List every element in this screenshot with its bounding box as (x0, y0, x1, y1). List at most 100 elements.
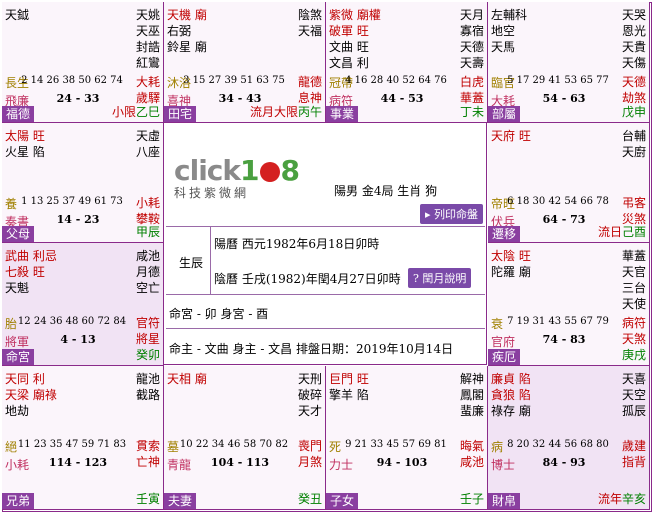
minor-star-label: 天虛 (135, 129, 160, 143)
palace-cell-wei: 紫微 廟權 破軍 旺文曲 旺文昌 利天月 寡宿 天德 天壽 冠帶 4 16 28 40 52… (326, 2, 488, 123)
doctor-star: 力士 (329, 458, 354, 472)
doctor-star: 博士 (491, 458, 516, 472)
main-stars: 左輔科 地空 天馬 (491, 7, 527, 55)
palace-ganzhi: 壬寅 (135, 492, 160, 506)
minor-star-label: 解神 (459, 372, 484, 386)
print-chart-button[interactable]: ▸ 列印命盤 (420, 204, 484, 224)
palace-name[interactable]: 事業 (326, 106, 359, 122)
palace-name[interactable]: 夫妻 (164, 493, 197, 509)
decade-range: 44 - 53 (380, 92, 424, 105)
minor-star-label: 破碎 (297, 388, 322, 402)
star-label: 祿存 廟 (491, 404, 531, 418)
secondary-stars: 歲建 指背 (621, 439, 646, 469)
star-label: 天相 廟 (167, 372, 207, 386)
palace-name[interactable]: 兄弟 (2, 493, 35, 509)
secondary-stars: 白虎 華蓋 (459, 75, 484, 105)
age-numbers: 4 16 28 40 52 64 76 (345, 75, 447, 86)
star-label: 紫微 廟權 (329, 8, 381, 22)
star-label: 武曲 利忌 (5, 249, 57, 263)
star-label: 天機 廟 (167, 8, 207, 22)
palace-name[interactable]: 田宅 (164, 106, 197, 122)
palace-name[interactable]: 福德 (2, 106, 35, 122)
age-numbers: 1 13 25 37 49 61 73 (21, 196, 123, 207)
star-label: 巨門 旺 (329, 372, 369, 386)
palace-cell-mao: 武曲 利忌 七殺 旺天魁 咸池 月德 空亡胎 12 24 36 48 60 72 84 官符… (2, 243, 164, 366)
star-label: 陀羅 廟 (491, 265, 531, 279)
palace-ganzhi: 小限乙巳 (111, 105, 160, 119)
palace-ganzhi: 壬子 (459, 492, 484, 506)
star-label: 文曲 旺 (329, 40, 369, 54)
star-label: 太陰 旺 (491, 249, 531, 263)
star-label: 天魁 (5, 281, 30, 295)
secondary-stars: 天德 劫煞 (621, 75, 646, 105)
main-stars: 太陽 旺火星 陷 (5, 128, 45, 160)
lunar-date: 陰曆 壬戌(1982)年閏4月27日卯時 (214, 272, 401, 286)
minor-star-label: 月德 (135, 265, 160, 279)
ming-zhu-line: 命主 - 文曲 身主 - 文昌 排盤日期：2019年10月14日 (169, 342, 454, 356)
minor-star-label: 空亡 (135, 281, 160, 295)
minor-stars: 咸池 月德 空亡 (136, 248, 160, 296)
palace-name[interactable]: 部屬 (488, 106, 521, 122)
age-numbers: 6 18 30 42 54 66 78 (507, 196, 609, 207)
secondary-stars: 龍德 息神 (297, 75, 322, 105)
main-stars: 天鉞 (5, 7, 29, 23)
minor-star-label: 天貴 (621, 40, 646, 54)
palace-cell-you: 天府 旺台輔 天廚 帝旺 6 18 30 42 54 66 78 弔客 災煞 伏兵 64 - … (488, 123, 650, 243)
palace-ganzhi: 戊申 (621, 105, 646, 119)
secondary-stars: 晦氣 咸池 (459, 439, 484, 469)
leap-month-button[interactable]: ? 閏月說明 (408, 268, 472, 288)
minor-star-label: 紅鸞 (135, 56, 160, 70)
minor-star-label: 咸池 (135, 249, 160, 263)
minor-star-label: 天姚 (135, 8, 160, 22)
age-numbers: 12 24 36 48 60 72 84 (17, 316, 127, 327)
star-label: 貪狼 陷 (491, 388, 531, 402)
star-label: 左輔科 (491, 8, 528, 22)
minor-star-label: 天才 (297, 404, 322, 418)
minor-star-label: 陰煞 (297, 8, 322, 22)
palace-name[interactable]: 子女 (326, 493, 359, 509)
star-label: 天馬 (491, 40, 516, 54)
minor-star-label: 天月 (459, 8, 484, 22)
star-label: 七殺 旺 (5, 265, 45, 279)
star-label: 天鉞 (5, 8, 30, 22)
age-numbers: 2 14 26 38 50 62 74 (21, 75, 123, 86)
palace-name[interactable]: 財帛 (488, 493, 521, 509)
minor-star-label: 天哭 (621, 8, 646, 22)
palace-cell-wu: 天機 廟右弼 鈴星 廟陰煞 天福 沐浴 3 15 27 39 51 63 75 龍德 息神喜… (164, 2, 326, 123)
palace-cell-chou: 天相 廟天刑 破碎 天才墓 10 22 34 46 58 70 82 喪門 月煞 青龍 104… (164, 366, 326, 510)
minor-star-label: 三台 (621, 281, 646, 295)
minor-stars: 天虛 八座 (136, 128, 160, 160)
doctor-star: 將軍 (5, 335, 30, 349)
palace-cell-chen: 太陽 旺火星 陷天虛 八座養 1 13 25 37 49 61 73 小耗 攀鞍 奏書 14… (2, 123, 164, 243)
palace-name[interactable]: 遷移 (488, 226, 521, 242)
palace-name[interactable]: 疾厄 (488, 349, 521, 365)
minor-stars: 解神 鳳閣 蜚廉 (460, 371, 484, 419)
decade-range: 114 - 123 (48, 456, 108, 469)
solar-date: 陽曆 西元1982年6月18日卯時 (214, 237, 380, 251)
doctor-star: 小耗 (5, 458, 30, 472)
minor-star-label: 台輔 (621, 129, 646, 143)
age-numbers: 5 17 29 41 53 65 77 (507, 75, 609, 86)
decade-range: 14 - 23 (56, 213, 100, 226)
minor-stars: 龍池 截路 (136, 371, 160, 403)
main-stars: 紫微 廟權 破軍 旺文曲 旺文昌 利 (329, 7, 381, 71)
palace-cell-shen: 左輔科 地空 天馬 天哭 恩光 天貴 天傷 臨官 5 17 29 41 53 65 77 天德 劫煞… (488, 2, 650, 123)
star-label: 天同 利 (5, 372, 45, 386)
minor-star-label: 八座 (135, 145, 160, 159)
palace-cell-zi: 巨門 旺擎羊 陷解神 鳳閣 蜚廉死 9 21 33 45 57 69 81 晦氣 咸池 力士… (326, 366, 488, 510)
palace-ganzhi: 流年辛亥 (597, 492, 646, 506)
main-stars: 巨門 旺擎羊 陷 (329, 371, 369, 403)
main-stars: 廉貞 陷貪狼 陷祿存 廟 (491, 371, 531, 419)
star-label: 天梁 廟祿 (5, 388, 57, 402)
minor-star-label: 華蓋 (621, 249, 646, 263)
palace-name[interactable]: 命宮 (2, 349, 35, 365)
minor-star-label: 天德 (459, 40, 484, 54)
click108-logo[interactable]: click1 8 科技紫微網 (174, 154, 300, 201)
palace-name[interactable]: 父母 (2, 226, 35, 242)
decade-range: 84 - 93 (542, 456, 586, 469)
palace-cell-yin: 天同 利天梁 廟祿 地劫 龍池 截路絕 11 23 35 47 59 71 83 貫索 亡神… (2, 366, 164, 510)
decade-range: 54 - 63 (542, 92, 586, 105)
main-stars: 天相 廟 (167, 371, 207, 387)
minor-star-label: 天壽 (459, 56, 484, 70)
chart-center-panel: click1 8 科技紫微網 陽男 金4局 生肖 狗 ▸ 列印命盤 生辰 陽曆 西… (164, 122, 487, 365)
